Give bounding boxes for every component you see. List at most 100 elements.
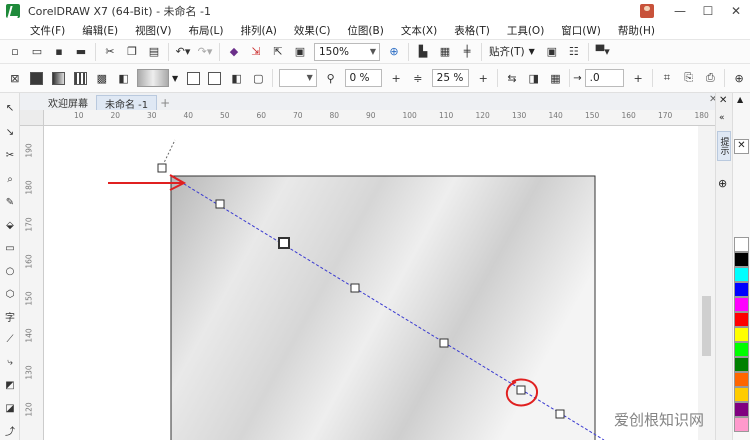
maximize-button[interactable]: ☐ (694, 0, 722, 21)
elliptical-fountain-icon[interactable] (204, 68, 226, 88)
uniform-transparency-icon[interactable] (26, 68, 48, 88)
edit-transparency-icon[interactable]: ⎙ (699, 68, 721, 88)
save-icon[interactable]: ▪ (48, 42, 70, 62)
conical-fountain-icon[interactable]: ◧ (226, 68, 248, 88)
docker-tab-hints[interactable]: 提示 (717, 131, 731, 161)
node-transparency-field[interactable]: 0 % (344, 69, 383, 87)
connector-tool-icon[interactable]: ⤷ (3, 355, 17, 369)
chevron-down-icon[interactable]: ▼ (172, 74, 178, 83)
menu-help[interactable]: 帮助(H) (618, 23, 655, 38)
transparency-tool-icon[interactable]: ◪ (3, 401, 17, 415)
menu-bitmaps[interactable]: 位图(B) (347, 23, 383, 38)
zoom-tool-icon[interactable]: ⌕ (3, 172, 17, 186)
export-icon[interactable]: ⇱ (267, 42, 289, 62)
linear-fountain-icon[interactable] (182, 68, 204, 88)
smart-fill-tool-icon[interactable]: ⬙ (3, 218, 17, 232)
transparency-node[interactable] (215, 199, 225, 209)
fountain-transparency-icon[interactable] (47, 68, 69, 88)
chevron-left-icon[interactable]: « (719, 113, 725, 123)
add-docker-icon[interactable]: ⊕ (718, 177, 727, 190)
palette-color-swatch[interactable] (734, 342, 749, 357)
new-document-icon[interactable]: ▫ (4, 42, 26, 62)
palette-color-swatch[interactable] (734, 372, 749, 387)
user-account-icon[interactable] (640, 3, 654, 18)
no-color-swatch[interactable]: ✕ (734, 139, 749, 154)
copy-icon[interactable]: ❐ (121, 42, 143, 62)
crop-tool-icon[interactable]: ✂ (3, 148, 17, 162)
tab-welcome-screen[interactable]: 欢迎屏幕 (40, 95, 96, 110)
app-launcher-dropdown-icon[interactable]: ▀▾ (592, 42, 614, 62)
palette-color-swatch[interactable] (734, 282, 749, 297)
transparency-midpoint-node[interactable] (516, 385, 526, 395)
vertical-scrollbar[interactable] (698, 126, 715, 440)
menu-file[interactable]: 文件(F) (30, 23, 65, 38)
plus-icon[interactable]: + (472, 68, 494, 88)
transparency-preset-picker[interactable] (137, 69, 170, 87)
eyedropper-tool-icon[interactable]: ⤴ (3, 423, 17, 438)
palette-color-swatch[interactable] (734, 252, 749, 267)
menu-effects[interactable]: 效果(C) (294, 23, 331, 38)
scrollbar-thumb[interactable] (702, 296, 711, 356)
publish-pdf-icon[interactable]: ▣ (289, 42, 311, 62)
menu-text[interactable]: 文本(X) (401, 23, 437, 38)
palette-color-swatch[interactable] (734, 312, 749, 327)
reverse-transparency-icon[interactable]: ⇆ (501, 68, 523, 88)
vertical-ruler[interactable]: 190 180 170 160 150 140 130 120 (20, 110, 44, 440)
show-grid-icon[interactable]: ▦ (434, 42, 456, 62)
blend-tool-icon[interactable]: ◩ (3, 378, 17, 392)
bitmap-pattern-transparency-icon[interactable]: ▩ (91, 68, 113, 88)
menu-layout[interactable]: 布局(L) (188, 23, 223, 38)
shape-tool-icon[interactable]: ↘ (3, 125, 17, 139)
full-screen-icon[interactable]: ⊕ (383, 42, 405, 62)
smooth-icon[interactable]: ▦ (545, 68, 567, 88)
undo-icon[interactable]: ↶▾ (172, 42, 194, 62)
paste-icon[interactable]: ▤ (143, 42, 165, 62)
angle-field[interactable]: .0 (584, 69, 625, 87)
palette-color-swatch[interactable] (734, 357, 749, 372)
close-icon[interactable]: ✕ (719, 95, 727, 106)
show-rulers-icon[interactable]: ▙ (412, 42, 434, 62)
print-icon[interactable]: ▬ (70, 42, 92, 62)
snap-to-dropdown[interactable]: 贴齐(T) (485, 44, 529, 59)
palette-color-swatch[interactable] (734, 402, 749, 417)
palette-color-swatch[interactable] (734, 417, 749, 432)
plus-icon[interactable]: + (627, 68, 649, 88)
menu-arrange[interactable]: 排列(A) (241, 23, 277, 38)
freehand-tool-icon[interactable]: ✎ (3, 195, 17, 209)
ellipse-tool-icon[interactable]: ○ (3, 264, 17, 278)
menu-table[interactable]: 表格(T) (454, 23, 490, 38)
no-transparency-icon[interactable]: ⊠ (4, 68, 26, 88)
menu-tools[interactable]: 工具(O) (507, 23, 544, 38)
horizontal-ruler[interactable]: 10 20 30 40 50 60 70 80 90 100 110 120 130 140 150 160 1… (44, 110, 739, 132)
vector-pattern-transparency-icon[interactable] (69, 68, 91, 88)
plus-icon[interactable]: + (385, 68, 407, 88)
tab-document[interactable]: 未命名 -1 (96, 95, 158, 111)
transparency-node-selected[interactable] (278, 237, 290, 249)
cut-icon[interactable]: ✂ (99, 42, 121, 62)
menu-view[interactable]: 视图(V) (135, 23, 171, 38)
application-launcher-icon[interactable]: ☷ (563, 42, 585, 62)
minimize-button[interactable]: — (666, 0, 694, 21)
close-button[interactable]: ✕ (722, 0, 750, 21)
node-color-picker[interactable]: ▼ (279, 69, 317, 87)
ruler-origin[interactable] (20, 110, 44, 126)
rectangle-tool-icon[interactable]: ▭ (3, 241, 17, 255)
palette-scroll-up-icon[interactable]: ▲ (737, 95, 743, 104)
text-tool-icon[interactable]: 字 (3, 309, 17, 324)
midpoint-field[interactable]: 25 % (431, 69, 470, 87)
copy-transparency-icon[interactable]: ⎘ (678, 68, 700, 88)
open-folder-icon[interactable]: ▭ (26, 42, 48, 62)
palette-color-swatch[interactable] (734, 327, 749, 342)
transparency-node[interactable] (157, 163, 167, 173)
show-guidelines-icon[interactable]: ╪ (456, 42, 478, 62)
redo-icon[interactable]: ↷▾ (194, 42, 216, 62)
polygon-tool-icon[interactable]: ⬡ (3, 287, 17, 301)
zoom-level-dropdown[interactable]: 150% ▼ (314, 42, 380, 61)
menu-edit[interactable]: 编辑(E) (82, 23, 118, 38)
add-toolbar-button-icon[interactable]: ⊕ (728, 68, 750, 88)
gradient-rectangle[interactable] (170, 175, 596, 440)
free-scaling-icon[interactable]: ⌗ (656, 68, 678, 88)
add-tab-icon[interactable]: + (157, 95, 173, 110)
drawing-canvas[interactable] (44, 126, 698, 440)
transparency-node[interactable] (555, 409, 565, 419)
